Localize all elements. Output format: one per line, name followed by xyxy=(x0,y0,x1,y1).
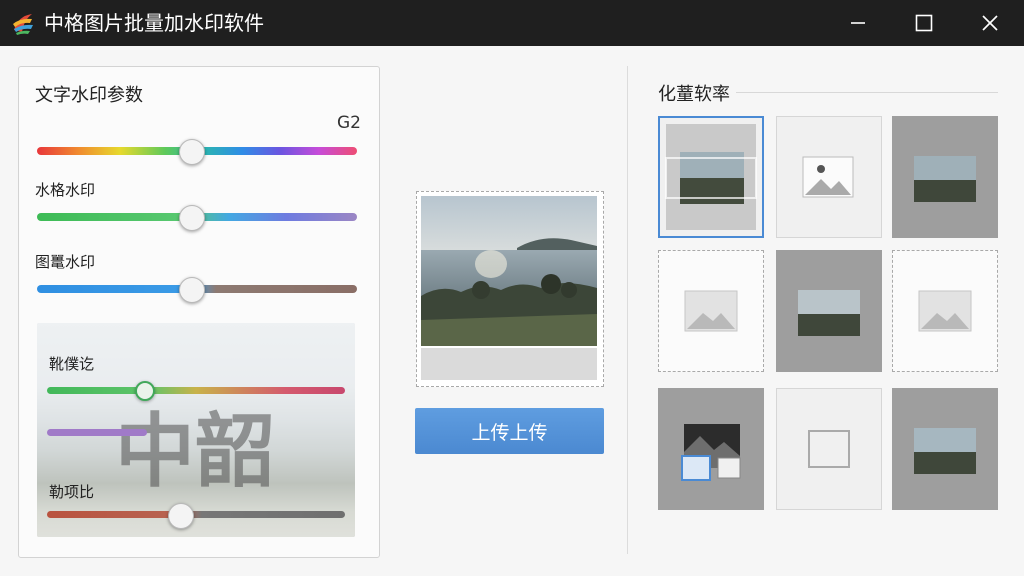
preview-slider-label-1: 靴僕讫 xyxy=(49,355,95,373)
thumbnail-8[interactable] xyxy=(776,388,882,510)
close-button[interactable] xyxy=(960,0,1020,46)
text-watermark-panel: 文字水印参数 G2 水格水印 图鼍水印 中韶 靴僕讫 勒项比 xyxy=(18,66,380,558)
slider-label-watermark-grid: 水格水印 xyxy=(35,181,96,199)
preview-caption-area xyxy=(421,348,597,380)
thumbnail-9[interactable] xyxy=(892,388,998,510)
landscape-photo xyxy=(421,196,597,346)
thumbnail-1[interactable] xyxy=(658,116,764,238)
value-readout: G2 xyxy=(337,113,361,133)
watermark-preview: 中韶 靴僕讫 勒项比 xyxy=(37,323,355,537)
title-rule xyxy=(736,92,998,93)
maximize-icon xyxy=(915,14,933,32)
thumbnail-panel-title: 化蕫软率 xyxy=(658,84,730,105)
thumbnail-4[interactable] xyxy=(658,250,764,372)
window-title: 中格图片批量加水印软件 xyxy=(44,11,264,35)
main-area: 文字水印参数 G2 水格水印 图鼍水印 中韶 靴僕讫 勒项比 上传上传 化蕫软率 xyxy=(0,46,1024,576)
app-logo-icon xyxy=(10,10,36,36)
preview-slider-1-track[interactable] xyxy=(47,387,345,394)
slider-label-image-watermark: 图鼍水印 xyxy=(35,253,96,271)
title-bar: 中格图片批量加水印软件 xyxy=(0,0,1024,46)
preview-slider-2-track[interactable] xyxy=(47,511,345,518)
center-image-preview[interactable] xyxy=(416,191,604,387)
close-icon xyxy=(981,14,999,32)
panel-divider xyxy=(627,66,628,554)
preview-slider-2-thumb[interactable] xyxy=(168,503,195,529)
thumbnail-7[interactable] xyxy=(658,388,764,510)
thumbnail-5[interactable] xyxy=(776,250,882,372)
maximize-button[interactable] xyxy=(894,0,954,46)
minimize-button[interactable] xyxy=(828,0,888,46)
thumbnail-2[interactable] xyxy=(776,116,882,238)
panel-title: 文字水印参数 xyxy=(35,85,143,106)
watermark-grid-slider-thumb[interactable] xyxy=(178,205,205,231)
image-watermark-slider-thumb[interactable] xyxy=(178,277,205,303)
watermark-preview-text: 中韶 xyxy=(115,405,275,498)
color-slider-thumb[interactable] xyxy=(178,139,205,165)
thumbnail-6[interactable] xyxy=(892,250,998,372)
preview-secondary-track xyxy=(47,429,147,436)
preview-slider-label-2: 勒项比 xyxy=(49,483,95,501)
minimize-icon xyxy=(850,15,866,31)
thumbnail-3[interactable] xyxy=(892,116,998,238)
upload-button[interactable]: 上传上传 xyxy=(415,408,604,454)
